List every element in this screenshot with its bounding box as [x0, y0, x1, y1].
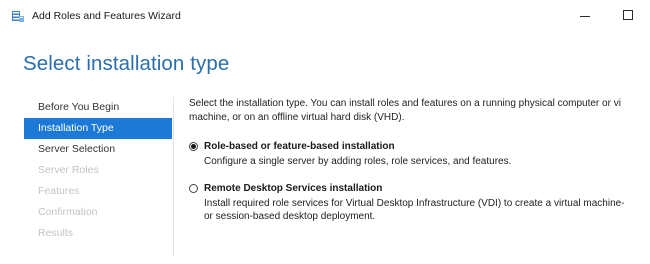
nav-item-results: Results: [38, 227, 74, 239]
radio-remote-desktop[interactable]: [189, 183, 198, 193]
maximize-button[interactable]: [618, 6, 638, 24]
option-remote-desktop[interactable]: Remote Desktop Services installation Ins…: [189, 181, 644, 223]
nav-item-server-selection[interactable]: Server Selection: [24, 139, 172, 160]
nav-item-installation-type[interactable]: Installation Type: [24, 118, 172, 139]
wizard-steps-nav: Before You Begin Installation Type Serve…: [24, 97, 172, 244]
nav-divider: [173, 97, 174, 257]
radio-selected-dot: [191, 143, 196, 149]
wizard-window: Add Roles and Features Wizard Select ins…: [0, 0, 650, 264]
maximize-icon: [623, 10, 633, 20]
server-manager-icon: [12, 11, 24, 22]
option-label-remote-desktop[interactable]: Remote Desktop Services installation: [204, 183, 382, 194]
option-desc-role-based: Configure a single server by adding role…: [204, 156, 512, 167]
page-title: Select installation type: [23, 52, 230, 75]
window-title: Add Roles and Features Wizard: [32, 10, 181, 22]
nav-item-server-roles: Server Roles: [38, 164, 99, 176]
title-bar: Add Roles and Features Wizard: [0, 0, 650, 32]
nav-item-before-you-begin[interactable]: Before You Begin: [24, 97, 172, 118]
intro-text-line-1: Select the installation type. You can in…: [189, 98, 621, 109]
minimize-button[interactable]: [575, 6, 595, 24]
option-desc-remote-desktop-line-2: or session-based desktop deployment.: [204, 211, 376, 222]
nav-item-features: Features: [38, 185, 80, 197]
radio-role-based[interactable]: [189, 141, 198, 151]
option-label-role-based[interactable]: Role-based or feature-based installation: [204, 141, 395, 152]
nav-item-confirmation: Confirmation: [38, 206, 98, 218]
content-pane: Select the installation type. You can in…: [189, 97, 644, 222]
intro-text-line-2: machine, or on an offline virtual hard d…: [189, 112, 405, 123]
minimize-icon: [580, 15, 590, 17]
option-role-based[interactable]: Role-based or feature-based installation…: [189, 139, 644, 168]
option-desc-remote-desktop-line-1: Install required role services for Virtu…: [204, 198, 625, 209]
